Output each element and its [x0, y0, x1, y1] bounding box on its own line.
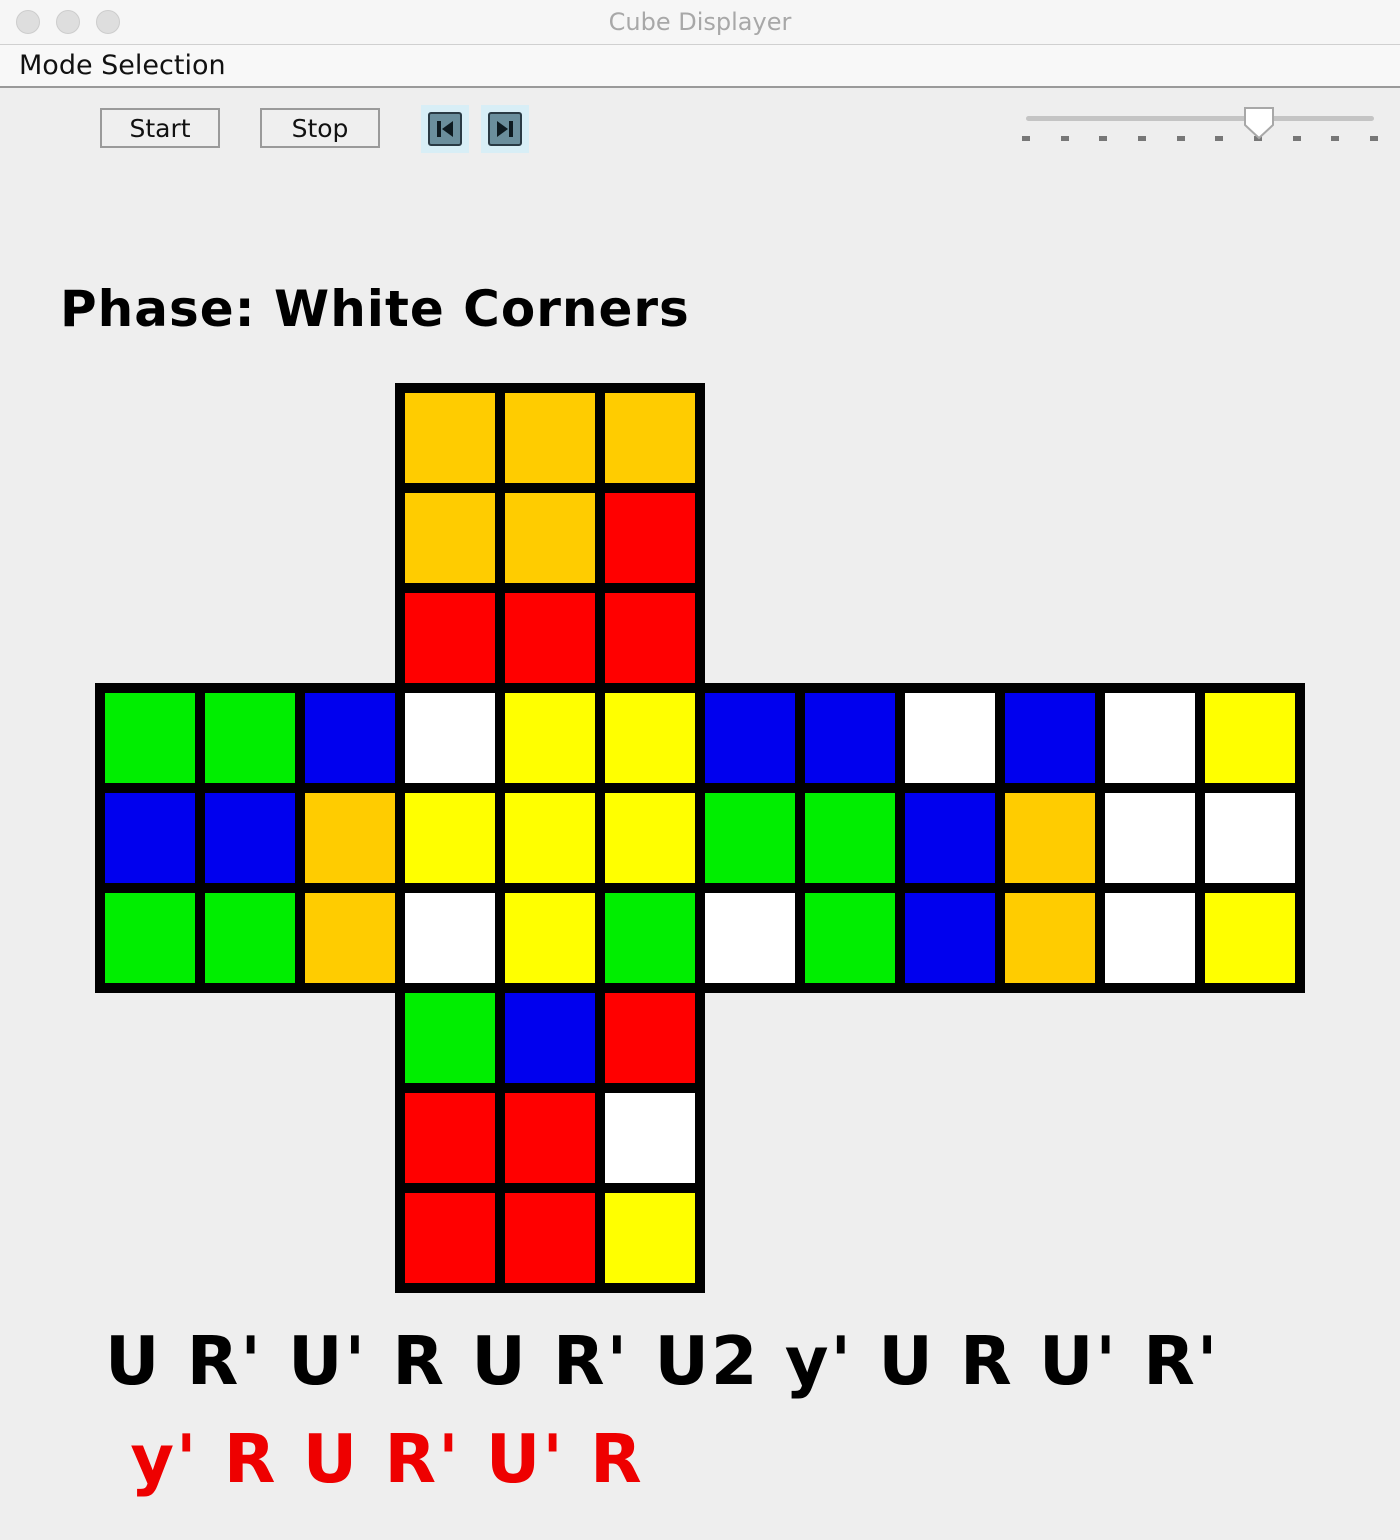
sticker-front-2-0 [405, 893, 495, 983]
sticker-top-0-0 [405, 393, 495, 483]
sticker-top-0-1 [505, 393, 595, 483]
sticker-back-0-2 [1205, 693, 1295, 783]
sticker-front-2-1 [505, 893, 595, 983]
sticker-top-2-1 [505, 593, 595, 683]
sticker-bottom-2-1 [505, 1193, 595, 1283]
sticker-right-0-0 [705, 693, 795, 783]
sticker-top-1-0 [405, 493, 495, 583]
sticker-back-2-0 [1005, 893, 1095, 983]
sticker-right-2-0 [705, 893, 795, 983]
sticker-left-1-0 [105, 793, 195, 883]
sticker-front-1-1 [505, 793, 595, 883]
sticker-bottom-2-2 [605, 1193, 695, 1283]
sticker-front-1-0 [405, 793, 495, 883]
sticker-right-1-2 [905, 793, 995, 883]
sticker-front-2-2 [605, 893, 695, 983]
sticker-bottom-1-1 [505, 1093, 595, 1183]
sticker-left-2-1 [205, 893, 295, 983]
sticker-bottom-1-2 [605, 1093, 695, 1183]
sticker-back-1-2 [1205, 793, 1295, 883]
sticker-bottom-0-0 [405, 993, 495, 1083]
sticker-right-2-2 [905, 893, 995, 983]
sticker-back-0-1 [1105, 693, 1195, 783]
cube-net [95, 383, 1305, 1293]
sticker-right-2-1 [805, 893, 895, 983]
sticker-back-1-1 [1105, 793, 1195, 883]
sticker-left-0-0 [105, 693, 195, 783]
sticker-back-1-0 [1005, 793, 1095, 883]
sticker-right-0-2 [905, 693, 995, 783]
sticker-top-2-0 [405, 593, 495, 683]
sticker-left-1-1 [205, 793, 295, 883]
sticker-back-0-0 [1005, 693, 1095, 783]
moves-pending: y' R U R' U' R [105, 1420, 644, 1498]
sticker-bottom-2-0 [405, 1193, 495, 1283]
sticker-bottom-1-0 [405, 1093, 495, 1183]
sticker-top-1-1 [505, 493, 595, 583]
sticker-left-2-0 [105, 893, 195, 983]
sticker-right-1-1 [805, 793, 895, 883]
sticker-bottom-0-1 [505, 993, 595, 1083]
sticker-top-2-2 [605, 593, 695, 683]
sticker-top-1-2 [605, 493, 695, 583]
sticker-right-1-0 [705, 793, 795, 883]
sticker-front-1-2 [605, 793, 695, 883]
moves-done: U R' U' R U R' U2 y' U R U' R' [105, 1322, 1220, 1400]
sticker-front-0-2 [605, 693, 695, 783]
sticker-left-2-2 [305, 893, 395, 983]
sticker-right-0-1 [805, 693, 895, 783]
sticker-top-0-2 [605, 393, 695, 483]
sticker-front-0-0 [405, 693, 495, 783]
sticker-back-2-1 [1105, 893, 1195, 983]
sticker-front-0-1 [505, 693, 595, 783]
sticker-back-2-2 [1205, 893, 1295, 983]
sticker-bottom-0-2 [605, 993, 695, 1083]
sticker-left-0-2 [305, 693, 395, 783]
sticker-left-1-2 [305, 793, 395, 883]
sticker-left-0-1 [205, 693, 295, 783]
